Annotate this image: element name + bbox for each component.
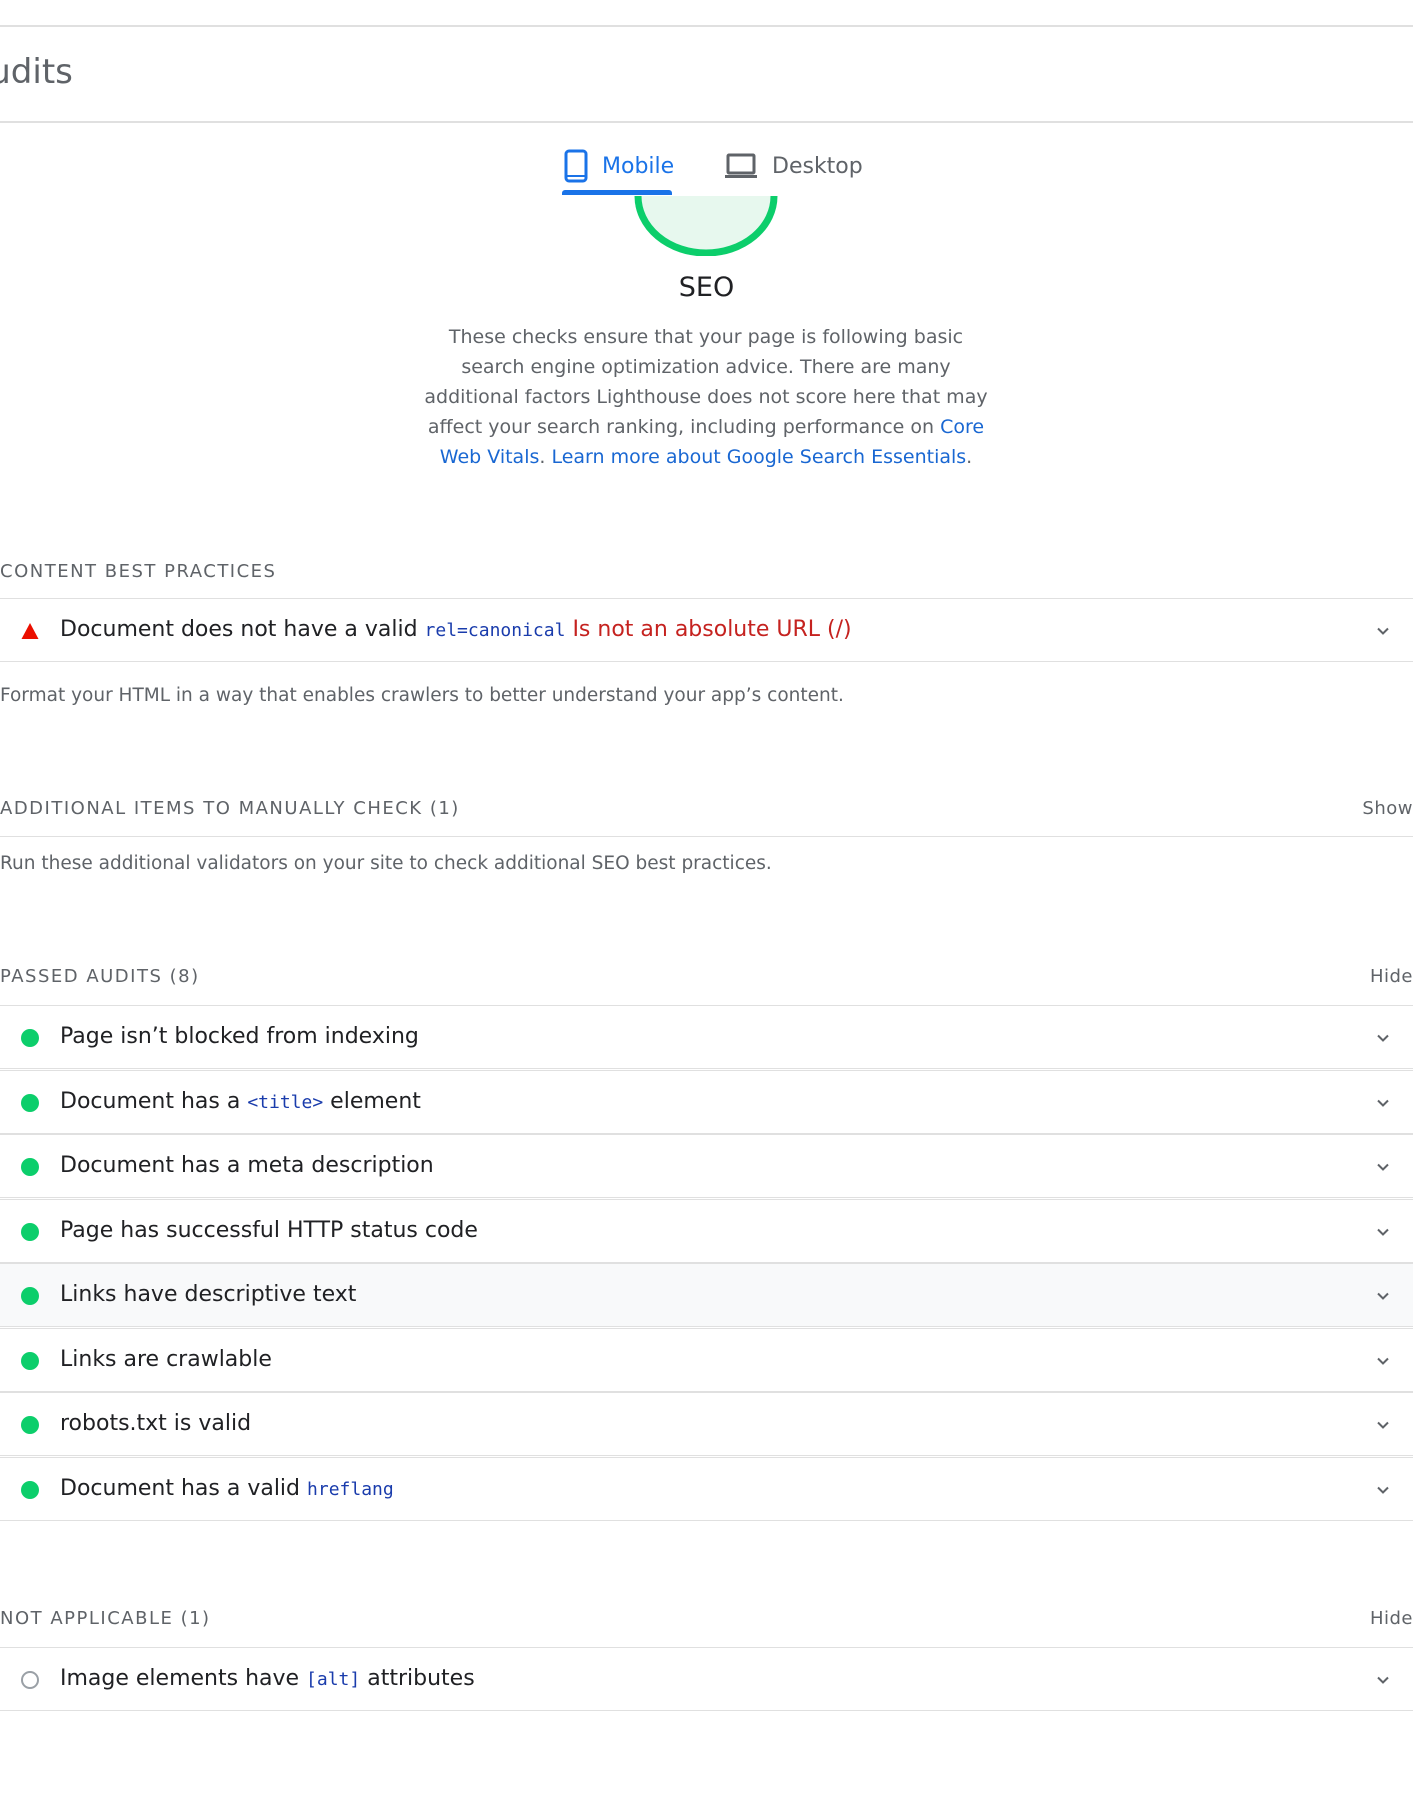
audit-title: Page isn’t blocked from indexing <box>60 1006 419 1069</box>
chevron-down-icon <box>1377 1486 1389 1494</box>
audit-canonical[interactable]: Document does not have a valid rel=canon… <box>0 598 1413 662</box>
audit-title-text-end: element <box>323 1088 421 1114</box>
audit-title: robots.txt is valid <box>60 1393 251 1456</box>
learn-more-link[interactable]: Learn more about Google Search Essential… <box>551 446 966 468</box>
audit-title-text: Document has a meta description <box>60 1153 434 1178</box>
chevron-down-icon <box>1377 1292 1389 1300</box>
manual-checks-heading: ADDITIONAL ITEMS TO MANUALLY CHECK (1) S… <box>0 798 1413 820</box>
audit-title: Document has a <title> element <box>60 1071 421 1134</box>
chevron-down-icon <box>1377 1357 1389 1365</box>
gauge-fill <box>638 196 774 253</box>
audit-title: Links are crawlable <box>60 1329 272 1392</box>
passed-audit-row[interactable]: Links have descriptive text <box>0 1263 1413 1327</box>
audit-title: Document has a valid hreflang <box>60 1458 394 1521</box>
category-description: These checks ensure that your page is fo… <box>416 322 996 472</box>
pass-circle-icon <box>21 1351 39 1370</box>
passed-audit-row[interactable]: Document has a <title> element <box>0 1069 1413 1134</box>
chevron-down-icon <box>1377 1228 1389 1236</box>
show-toggle[interactable]: Show <box>1362 798 1413 819</box>
pass-circle-icon <box>21 1222 39 1241</box>
category-description-end: . <box>966 446 973 468</box>
audit-title: Links have descriptive text <box>60 1264 356 1327</box>
active-tab-indicator <box>562 190 672 195</box>
chevron-down-icon <box>1377 1676 1389 1684</box>
audit-title: Image elements have [alt] attributes <box>60 1648 475 1711</box>
device-tabs: Mobile Desktop <box>558 138 878 196</box>
audit-title: Page has successful HTTP status code <box>60 1200 478 1263</box>
audit-title: Document does not have a valid rel=canon… <box>60 599 852 662</box>
pass-circle-icon <box>21 1480 39 1499</box>
top-divider <box>0 25 1413 27</box>
category-title: SEO <box>678 272 735 303</box>
section-heading-text: ADDITIONAL ITEMS TO MANUALLY CHECK (1) <box>0 798 460 819</box>
pass-circle-icon <box>21 1416 39 1434</box>
category-description-separator: . <box>539 446 552 468</box>
audit-title-text: Document has a <box>60 1088 248 1114</box>
not-applicable-circle-icon <box>21 1671 39 1689</box>
section-divider <box>0 836 1413 837</box>
chevron-down-icon <box>1377 1099 1389 1107</box>
audit-title-text: robots.txt is valid <box>60 1411 252 1436</box>
pass-circle-icon <box>21 1093 39 1112</box>
chevron-down-icon <box>1377 1421 1389 1429</box>
passed-audit-row[interactable]: Page isn’t blocked from indexing <box>0 1005 1413 1069</box>
mobile-phone-icon <box>564 149 588 183</box>
tab-desktop-label: Desktop <box>772 153 863 179</box>
passed-audits-heading: PASSED AUDITS (8) Hide <box>0 966 1413 988</box>
audit-title-text: Image elements have <box>60 1666 307 1691</box>
content-best-practices-heading: CONTENT BEST PRACTICES <box>0 561 1413 583</box>
passed-audit-row[interactable]: Document has a meta description <box>0 1134 1413 1198</box>
section-heading-text: NOT APPLICABLE (1) <box>0 1608 211 1629</box>
not-applicable-heading: NOT APPLICABLE (1) Hide <box>0 1608 1413 1630</box>
audit-title-text: Links are crawlable <box>60 1346 272 1372</box>
audit-code: [alt] <box>306 1669 361 1690</box>
tab-desktop[interactable]: Desktop <box>724 138 863 194</box>
page-title: Audits <box>0 52 73 92</box>
passed-audit-row[interactable]: robots.txt is valid <box>0 1392 1413 1456</box>
hide-toggle-passed[interactable]: Hide <box>1370 966 1413 987</box>
chevron-down-icon <box>1377 1034 1389 1042</box>
passed-audit-row[interactable]: Page has successful HTTP status code <box>0 1198 1413 1263</box>
tab-mobile-label: Mobile <box>602 153 675 179</box>
section-heading-text: PASSED AUDITS (8) <box>0 966 200 987</box>
audit-code: hreflang <box>307 1478 394 1500</box>
passed-audit-row[interactable]: Links are crawlable <box>0 1327 1413 1392</box>
fail-triangle-icon <box>21 623 39 639</box>
pass-circle-icon <box>21 1029 39 1047</box>
category-description-text: These checks ensure that your page is fo… <box>424 326 988 438</box>
chevron-down-icon <box>1377 1163 1389 1171</box>
score-gauge <box>634 196 778 256</box>
pass-circle-icon <box>21 1158 39 1176</box>
audit-title-text-end: attributes <box>360 1666 475 1691</box>
content-best-practices-description: Format your HTML in a way that enables c… <box>0 685 844 706</box>
pass-circle-icon <box>21 1287 39 1305</box>
manual-checks-description: Run these additional validators on your … <box>0 853 772 874</box>
audit-title-text: Document has a valid <box>60 1475 308 1501</box>
audit-title: Document has a meta description <box>60 1135 434 1198</box>
audit-code: <title> <box>247 1091 324 1113</box>
audit-title-text: Document does not have a valid <box>60 617 425 642</box>
hide-toggle-not-applicable[interactable]: Hide <box>1370 1608 1413 1629</box>
passed-audit-row[interactable]: Document has a valid hreflang <box>0 1456 1413 1521</box>
audit-title-text: Page isn’t blocked from indexing <box>60 1024 419 1049</box>
chevron-down-icon <box>1377 627 1389 635</box>
audit-title-text: Links have descriptive text <box>60 1282 357 1307</box>
tab-mobile[interactable]: Mobile <box>564 138 674 194</box>
section-heading-text: CONTENT BEST PRACTICES <box>0 561 277 582</box>
audit-title-text: Page has successful HTTP status code <box>60 1217 478 1243</box>
audit-image-alt[interactable]: Image elements have [alt] attributes <box>0 1647 1413 1711</box>
audit-error-text: Is not an absolute URL (/) <box>572 617 852 642</box>
audit-code: rel=canonical <box>424 620 566 641</box>
laptop-icon <box>724 152 758 180</box>
header-divider <box>0 121 1413 123</box>
